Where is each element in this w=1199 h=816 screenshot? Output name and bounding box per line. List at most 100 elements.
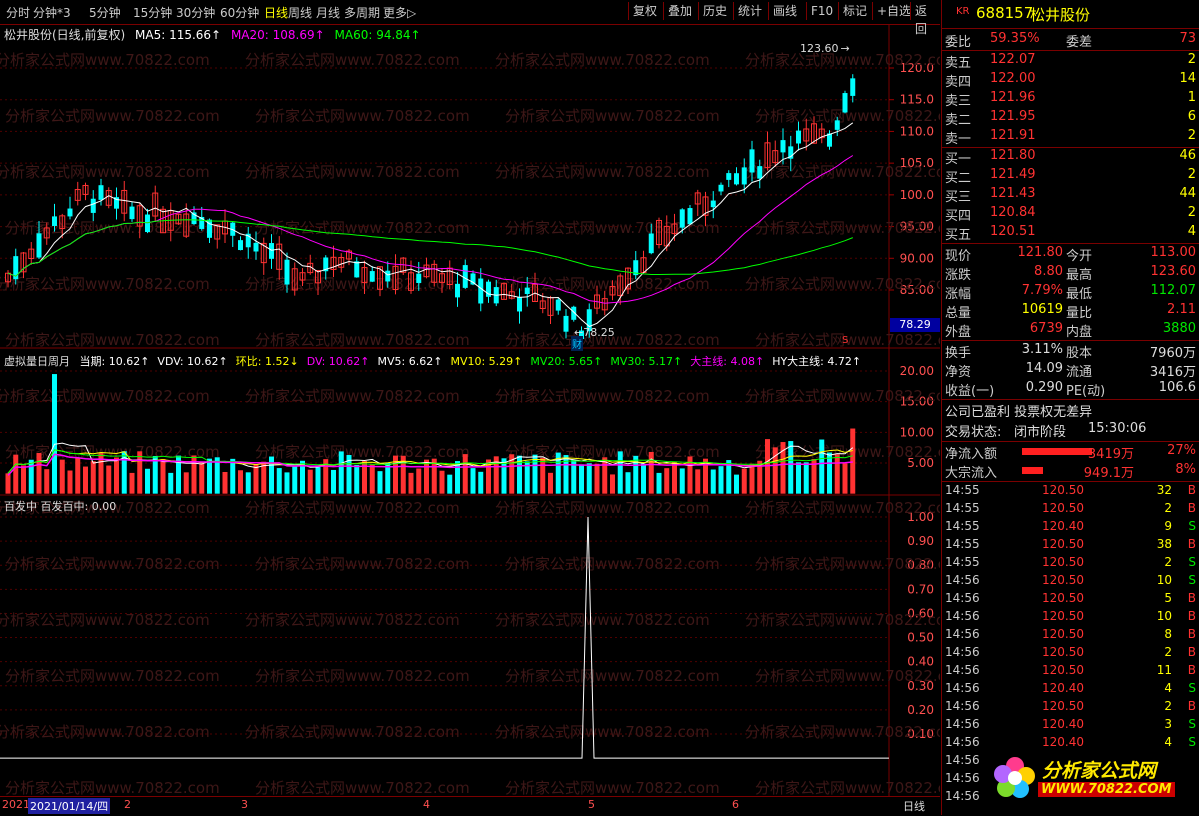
volume-bar (734, 474, 739, 494)
toolbar-button-4[interactable]: 画线 (768, 2, 801, 20)
candle-down (710, 200, 716, 208)
trade-tick-row: 14:55 120.50 38 B (942, 537, 1196, 555)
indicator-y-tick-label: 0.90 (907, 534, 934, 548)
volume-bar (183, 472, 189, 494)
tick-time: 14:55 (945, 519, 980, 533)
volume-bar (672, 461, 677, 494)
period-tab-3[interactable]: 15分钟 (133, 4, 172, 21)
watermark-text: 分析家公式网www.70822.com (245, 51, 460, 69)
volume-bar (21, 465, 26, 494)
stock-code: 688157 (976, 4, 1034, 22)
trade-tick-row: 14:56 120.50 5 B (942, 591, 1196, 609)
period-tab-8[interactable]: 月线 (316, 4, 340, 21)
indicator-y-tick-label: 0.50 (907, 631, 934, 645)
volume-y-tick-label: 20.00 (900, 364, 934, 378)
watermark-text: 分析家公式网www.70822.com (245, 163, 460, 181)
period-tab-0[interactable]: 分时 (6, 4, 30, 21)
weibi-value: 59.35% (990, 31, 1040, 46)
volume-indicator-value-7: MV30: 5.17↑ (610, 355, 683, 368)
tick-time: 14:55 (945, 501, 980, 515)
fund-flow-bar (1022, 448, 1092, 455)
toolbar-button-1[interactable]: 叠加 (663, 2, 696, 20)
period-tab-9[interactable]: 多周期 (344, 4, 380, 21)
candle-down (478, 278, 484, 304)
watermark-text: 分析家公式网www.70822.com (745, 723, 940, 741)
volume-bar (439, 470, 445, 494)
bid-price: 121.43 (990, 186, 1036, 201)
toolbar-button-8[interactable]: 返回 (910, 2, 940, 36)
trade-tick-row: 14:55 120.40 9 S (942, 519, 1196, 537)
weicha-label: 委差 (1066, 35, 1093, 50)
stat-value: 8.80 (1034, 264, 1063, 279)
tick-time: 14:56 (945, 663, 980, 677)
crosshair-price-box: 78.29 (890, 318, 940, 332)
watermark-text: 分析家公式网www.70822.com (755, 667, 940, 685)
tick-price: 120.50 (1042, 555, 1084, 569)
bid-label: 买三 (945, 190, 972, 205)
volume-bar (199, 463, 205, 494)
fundamental-row: 收益(一) 0.290 PE(动) 106.6 (942, 380, 1196, 399)
bid-price: 120.51 (990, 224, 1036, 239)
fund-flow-row: 大宗流入 949.1万 8% (942, 462, 1196, 481)
tick-volume: 10 (1156, 609, 1172, 623)
volume-bar (75, 457, 81, 494)
period-tab-1[interactable]: 分钟*3 (33, 4, 71, 21)
stock-name: 松井股份 (1030, 6, 1091, 24)
volume-chart-title: 虚拟量日周月 (4, 355, 70, 368)
stat-label: 现价 (945, 249, 972, 264)
volume-bar (67, 470, 73, 494)
tick-price: 120.40 (1042, 681, 1084, 695)
finance-event-tag[interactable]: 财 (571, 336, 583, 351)
tick-price: 120.50 (1042, 537, 1084, 551)
volume-bar (5, 473, 11, 494)
toolbar-button-3[interactable]: 统计 (733, 2, 766, 20)
toolbar-button-0[interactable]: 复权 (628, 2, 661, 20)
chart-canvas[interactable]: 120.0115.0110.0105.0100.095.0090.0085.00… (0, 25, 940, 815)
stat-value: 121.80 (1017, 245, 1064, 260)
ask-volume: 1 (1187, 90, 1196, 105)
time-axis-year: 2021 (2, 798, 30, 811)
fundamental-label: PE(动) (1066, 384, 1106, 399)
period-tab-2[interactable]: 5分钟 (89, 4, 121, 21)
toolbar-button-7[interactable]: +自选 (872, 2, 915, 20)
tick-volume: 4 (1164, 681, 1172, 695)
candle-down (555, 299, 561, 311)
watermark-text: 分析家公式网www.70822.com (495, 611, 710, 629)
bid-volume: 2 (1187, 167, 1196, 182)
period-tab-4[interactable]: 30分钟 (176, 4, 215, 21)
toolbar-button-5[interactable]: F10 (806, 2, 837, 20)
sell-signal-tag: S (842, 335, 849, 346)
tick-time: 14:55 (945, 483, 980, 497)
tick-side: B (1187, 645, 1196, 659)
ask-volume: 14 (1179, 71, 1196, 86)
period-tab-6[interactable]: 日线 (264, 4, 288, 21)
bid-label: 买二 (945, 171, 972, 186)
period-tab-10[interactable]: 更多▷ (383, 4, 416, 21)
volume-bar (741, 468, 747, 494)
volume-bar (478, 471, 484, 494)
ask-label: 卖一 (945, 132, 972, 147)
period-label[interactable]: 日线 (903, 798, 925, 814)
volume-bar (106, 465, 112, 494)
ma60-value: MA60: 94.84↑ (334, 28, 421, 42)
bid-row: 买三 121.43 44 (942, 186, 1196, 205)
stat-value: 123.60 (1150, 264, 1197, 279)
watermark-text: 分析家公式网www.70822.com (5, 331, 220, 349)
toolbar-button-2[interactable]: 历史 (698, 2, 731, 20)
tick-volume: 38 (1156, 537, 1172, 551)
tick-volume: 2 (1164, 501, 1172, 515)
candle-down (369, 271, 375, 282)
candle-down (726, 173, 732, 180)
volume-bar (617, 451, 623, 494)
period-tab-5[interactable]: 60分钟 (220, 4, 259, 21)
volume-bar (377, 471, 383, 494)
toolbar-button-6[interactable]: 标记 (838, 2, 871, 20)
volume-indicator-value-4: MV5: 6.62↑ (377, 355, 443, 368)
candle-down (796, 130, 801, 144)
tick-time: 14:56 (945, 609, 980, 623)
period-tab-7[interactable]: 周线 (288, 4, 312, 21)
candle-down (385, 270, 391, 282)
tick-price: 120.50 (1042, 663, 1084, 677)
ask-volume: 2 (1187, 128, 1196, 143)
volume-indicator-value-1: VDV: 10.62↑ (157, 355, 228, 368)
